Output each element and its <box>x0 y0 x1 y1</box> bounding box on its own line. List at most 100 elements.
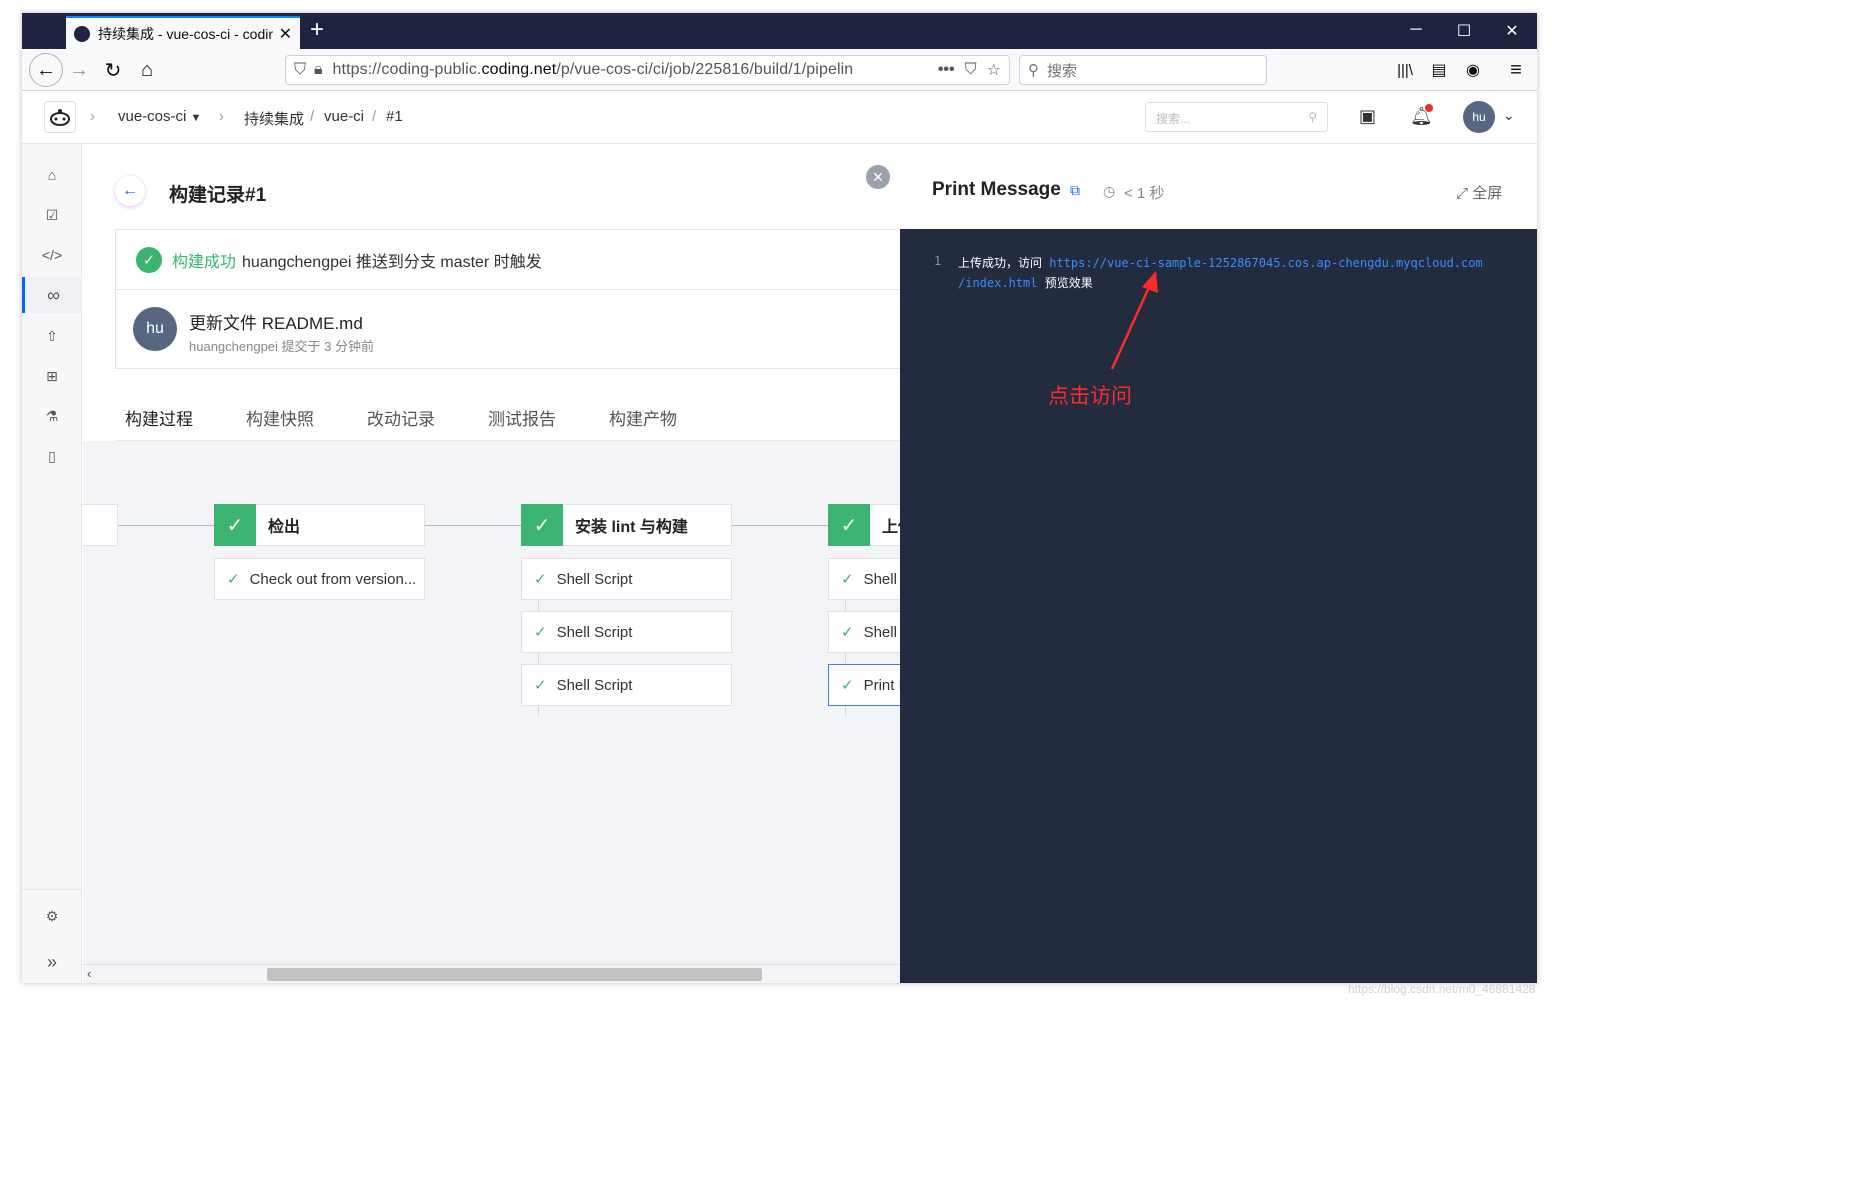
job-checkout[interactable]: ✓ Check out from version... <box>214 558 425 600</box>
breadcrumb-ci[interactable]: 持续集成 <box>244 108 304 129</box>
commit-message[interactable]: 更新文件 README.md <box>189 309 363 334</box>
stage-install-build[interactable]: ✓ 安装 lint 与构建 <box>521 504 732 546</box>
browser-tab[interactable]: 持续集成 - vue-cos-ci - codin ✕ <box>66 16 300 49</box>
minimize-icon[interactable]: ─ <box>1401 21 1431 39</box>
trigger-text: huangchengpei 推送到分支 master 时触发 <box>242 253 542 271</box>
pipeline-connector <box>732 525 828 526</box>
job-name: Shell Script <box>556 676 633 694</box>
page-actions-icon[interactable]: ••• <box>938 61 955 79</box>
maximize-icon[interactable]: ☐ <box>1449 21 1479 41</box>
job-name: Shell Script <box>863 570 900 588</box>
tab-build-snapshot[interactable]: 构建快照 <box>246 405 314 430</box>
job-name: Shell Script <box>556 570 633 588</box>
bookmark-star-icon[interactable]: ☆ <box>987 60 1001 80</box>
deploy-rocket-icon[interactable]: ⇧ <box>22 318 82 354</box>
commit-avatar: hu <box>133 307 177 351</box>
success-check-icon: ✓ <box>136 246 162 273</box>
panel-title: Print Message <box>932 179 1061 200</box>
forward-button[interactable]: → <box>64 55 94 85</box>
notification-dot <box>1425 104 1433 112</box>
back-button[interactable]: ← <box>29 53 63 87</box>
artifacts-icon[interactable]: ⊞ <box>22 358 82 394</box>
browser-window: 持续集成 - vue-cos-ci - codin ✕ + ─ ☐ ✕ ← → … <box>22 13 1537 983</box>
library-icon[interactable]: |||\ <box>1390 55 1420 85</box>
job-check-icon: ✓ <box>841 624 854 641</box>
ci-infinity-icon[interactable]: ∞ <box>22 277 82 313</box>
start-node <box>83 504 118 546</box>
chevron-right-icon: › <box>90 108 95 125</box>
coding-logo-icon[interactable] <box>44 101 76 133</box>
caret-down-icon: ▼ <box>190 112 202 124</box>
code-icon[interactable]: </> <box>22 237 82 273</box>
fullscreen-button[interactable]: ⤢ 全屏 <box>1456 182 1502 203</box>
home-icon[interactable]: ⌂ <box>22 157 82 193</box>
breadcrumb-separator: / <box>372 108 377 125</box>
chevron-right-icon: › <box>219 108 224 125</box>
avatar[interactable]: hu <box>1463 101 1495 133</box>
calendar-icon[interactable]: ▣ <box>1359 106 1376 127</box>
chevron-down-icon[interactable]: ⌄ <box>1503 107 1515 124</box>
coding-favicon-icon <box>74 25 90 42</box>
scrollbar-thumb[interactable] <box>267 968 762 981</box>
pipeline-connector <box>118 525 214 526</box>
page-title: 构建记录#1 <box>169 185 267 206</box>
close-panel-button[interactable]: ✕ <box>866 165 890 189</box>
project-switcher[interactable]: vue-cos-ci ▼ <box>118 108 201 125</box>
job-shell-script[interactable]: ✓ Shell Script <box>521 558 732 600</box>
url-bar[interactable]: ⛉ 🔒︎ https://coding-public.coding.net/p/… <box>285 55 1010 85</box>
log-url-link-continued[interactable]: /index.html <box>958 276 1037 290</box>
job-name: Check out from version... <box>249 570 417 588</box>
watermark: https://blog.csdn.net/m0_46881428 <box>1348 982 1536 996</box>
tab-test-report[interactable]: 测试报告 <box>488 405 556 430</box>
new-tab-button[interactable]: + <box>310 18 324 42</box>
tab-artifacts[interactable]: 构建产物 <box>609 405 677 430</box>
app-search-input[interactable]: 搜索... ⚲ <box>1145 102 1328 132</box>
test-flask-icon[interactable]: ⚗ <box>22 398 82 434</box>
job-print-message[interactable]: ✓ Print Message <box>828 664 900 706</box>
external-link-icon[interactable]: ⧉ <box>1070 182 1080 199</box>
document-icon[interactable]: ▯ <box>22 438 82 474</box>
search-placeholder: 搜索 <box>1047 62 1078 80</box>
job-check-icon: ✓ <box>534 624 547 641</box>
stage-checkout[interactable]: ✓ 检出 <box>214 504 425 546</box>
account-icon[interactable]: ◉ <box>1458 55 1488 85</box>
horizontal-scrollbar[interactable]: ‹ <box>83 964 900 983</box>
browser-search-input[interactable]: ⚲ 搜索 <box>1019 55 1267 85</box>
pipeline-connector <box>425 525 521 526</box>
back-arrow-button[interactable]: ← <box>115 176 145 206</box>
home-button[interactable]: ⌂ <box>132 55 162 85</box>
tasks-icon[interactable]: ☑ <box>22 197 82 233</box>
job-shell-script[interactable]: ✓ Shell Script <box>521 611 732 653</box>
breadcrumb-build: #1 <box>386 108 403 125</box>
settings-gear-icon[interactable]: ⚙ <box>22 898 82 934</box>
pipeline-canvas: ✓ 检出 ✓ Check out from version... ✓ 安装 lint … <box>83 441 900 983</box>
job-check-icon: ✓ <box>841 571 854 588</box>
breadcrumb-job[interactable]: vue-ci <box>324 108 364 125</box>
log-panel: Print Message ⧉ ◷ < 1 秒 ⤢ 全屏 1 上传成功，访问 h… <box>900 144 1537 983</box>
tab-title: 持续集成 - vue-cos-ci - codin <box>98 25 273 42</box>
job-shell-script[interactable]: ✓ Shell Script <box>521 664 732 706</box>
stage-check-icon: ✓ <box>521 504 563 546</box>
window-close-icon[interactable]: ✕ <box>1497 21 1527 41</box>
tab-build-process[interactable]: 构建过程 <box>125 405 193 443</box>
close-tab-icon[interactable]: ✕ <box>279 24 292 44</box>
app-search-placeholder: 搜索... <box>1156 112 1191 126</box>
tab-changes[interactable]: 改动记录 <box>367 405 435 430</box>
pocket-icon[interactable]: ⛉ <box>965 61 977 79</box>
menu-icon[interactable]: ≡ <box>1501 55 1531 85</box>
scroll-left-icon[interactable]: ‹ <box>87 966 91 981</box>
job-name: Shell Script <box>863 623 900 641</box>
annotation-arrow <box>1110 271 1158 370</box>
job-name: Shell Script <box>556 623 633 641</box>
job-shell-script[interactable]: ✓ Shell Script <box>828 611 900 653</box>
expand-sidebar-icon[interactable]: » <box>22 944 82 980</box>
log-line: 上传成功，访问 https://vue-ci-sample-1252867045… <box>958 254 1483 271</box>
stage-upload[interactable]: ✓ 上传 <box>828 504 900 546</box>
reload-button[interactable]: ↻ <box>98 55 128 85</box>
shield-icon: ⛉ <box>294 61 307 78</box>
job-check-icon: ✓ <box>227 571 240 588</box>
sidebar-toggle-icon[interactable]: ▤ <box>1424 55 1454 85</box>
url-path: /p/vue-cos-ci/ci/job/225816/build/1/pipe… <box>556 61 854 78</box>
breadcrumb-separator: / <box>310 108 315 125</box>
job-shell-script[interactable]: ✓ Shell Script <box>828 558 900 600</box>
